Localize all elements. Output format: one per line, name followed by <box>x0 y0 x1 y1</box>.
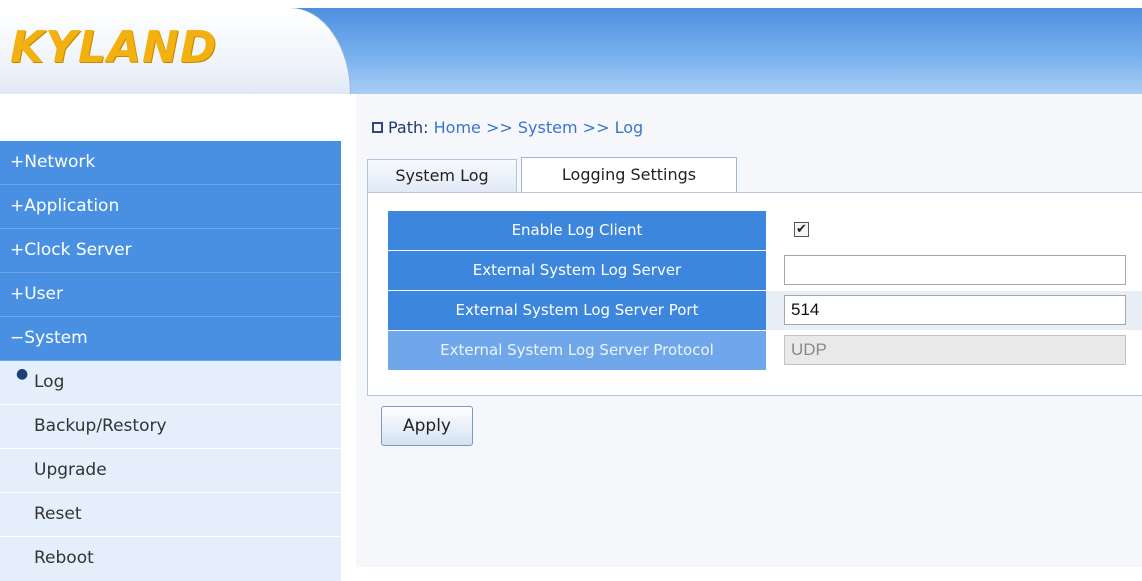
sidebar-item-clock-server[interactable]: +Clock Server <box>0 229 341 273</box>
setting-row-server: External System Log Server <box>388 251 1142 291</box>
kyland-logo: KYLAND <box>10 22 218 73</box>
log-server-port-cell <box>766 291 1142 330</box>
log-server-label: External System Log Server <box>388 251 766 290</box>
apply-button[interactable]: Apply <box>381 406 473 446</box>
log-server-protocol-label: External System Log Server Protocol <box>388 331 766 370</box>
log-server-protocol-cell <box>766 331 1142 370</box>
sidebar: +Network +Application +Clock Server +Use… <box>0 94 341 581</box>
sidebar-item-upgrade[interactable]: Upgrade <box>0 449 341 493</box>
breadcrumb-home[interactable]: Home <box>434 118 481 137</box>
sidebar-item-reset[interactable]: Reset <box>0 493 341 537</box>
sidebar-item-application[interactable]: +Application <box>0 185 341 229</box>
header: KYLAND <box>0 0 1142 94</box>
enable-log-client-checkbox[interactable]: ✔ <box>794 222 809 237</box>
sidebar-item-backup-restory[interactable]: Backup/Restory <box>0 405 341 449</box>
enable-log-client-label: Enable Log Client <box>388 211 766 250</box>
enable-log-client-cell: ✔ <box>766 211 1142 250</box>
tab-logging-settings[interactable]: Logging Settings <box>521 157 737 193</box>
sidebar-item-label: Log <box>34 372 65 392</box>
setting-row-protocol: External System Log Server Protocol <box>388 331 1142 371</box>
log-server-cell <box>766 251 1142 290</box>
tab-system-log[interactable]: System Log <box>367 159 517 193</box>
log-server-port-input[interactable] <box>784 295 1126 325</box>
bullet-icon: ● <box>16 366 29 382</box>
sidebar-item-log[interactable]: ● Log <box>0 361 341 405</box>
breadcrumb: Path: Home >> System >> Log <box>372 118 643 137</box>
main-content: Path: Home >> System >> Log System Log L… <box>356 94 1142 567</box>
sidebar-menu: +Network +Application +Clock Server +Use… <box>0 141 341 581</box>
checkmark-icon: ✔ <box>796 222 807 237</box>
log-server-input[interactable] <box>784 255 1126 285</box>
sidebar-item-user[interactable]: +User <box>0 273 341 317</box>
breadcrumb-log[interactable]: Log <box>615 118 644 137</box>
settings-table: Enable Log Client ✔ External System Log … <box>388 211 1142 371</box>
sidebar-item-network[interactable]: +Network <box>0 141 341 185</box>
log-server-port-label: External System Log Server Port <box>388 291 766 330</box>
sidebar-item-system[interactable]: −System <box>0 317 341 361</box>
logo-panel: KYLAND <box>0 8 350 94</box>
breadcrumb-separator: >> <box>485 118 513 137</box>
breadcrumb-prefix: Path: <box>388 118 429 137</box>
sidebar-item-reboot[interactable]: Reboot <box>0 537 341 581</box>
setting-row-enable-log-client: Enable Log Client ✔ <box>388 211 1142 251</box>
breadcrumb-system[interactable]: System <box>518 118 578 137</box>
log-server-protocol-input <box>784 335 1126 365</box>
logging-settings-panel: Enable Log Client ✔ External System Log … <box>367 192 1142 396</box>
breadcrumb-separator: >> <box>582 118 610 137</box>
setting-row-port: External System Log Server Port <box>388 291 1142 331</box>
square-icon <box>372 122 383 133</box>
